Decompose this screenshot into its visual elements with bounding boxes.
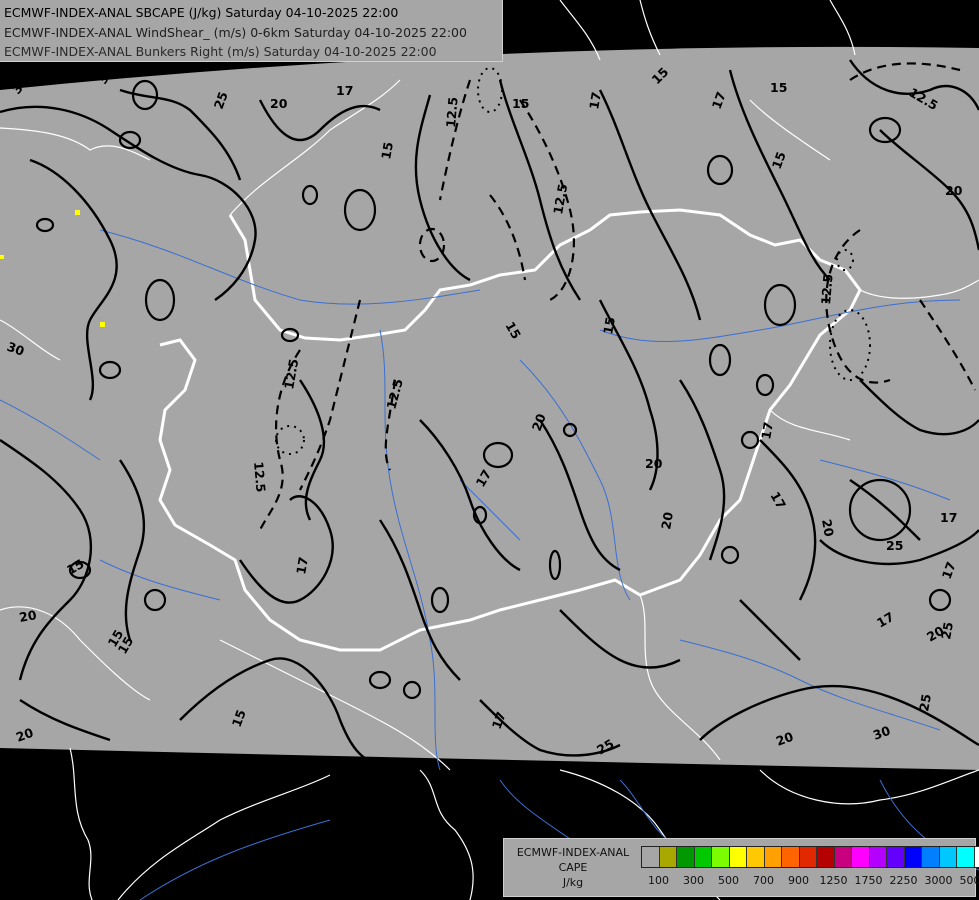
- title-line-sbcape: ECMWF-INDEX-ANAL SBCAPE (J/kg) Saturday …: [4, 5, 399, 20]
- legend-swatch: [799, 847, 817, 867]
- legend-tick-label: 2250: [889, 874, 918, 887]
- legend-swatch: [957, 847, 975, 867]
- legend-swatch: [677, 847, 695, 867]
- legend-swatch: [729, 847, 747, 867]
- legend-swatch: [869, 847, 887, 867]
- legend-swatch: [834, 847, 852, 867]
- contour-label: 25: [938, 621, 956, 641]
- contour-label: 20: [819, 518, 837, 538]
- contour-label: 20: [18, 607, 38, 625]
- legend-tick-label: 700: [753, 874, 774, 887]
- legend-tick-label: 300: [683, 874, 704, 887]
- contour-label: 12.5: [251, 461, 269, 493]
- contour-label: 17: [336, 83, 353, 98]
- legend-swatch: [764, 847, 782, 867]
- legend-tick-label: 1750: [854, 874, 883, 887]
- map-domain: [0, 46, 979, 771]
- legend-swatch: [974, 847, 979, 867]
- legend-tick-label: 3000: [924, 874, 953, 887]
- contour-label: 15: [512, 96, 529, 111]
- legend-swatch: [712, 847, 730, 867]
- contour-label: 20: [270, 96, 288, 111]
- legend-swatch: [782, 847, 800, 867]
- contour-label: 12.5: [818, 273, 836, 305]
- legend-swatch: [694, 847, 712, 867]
- legend-swatch: [747, 847, 765, 867]
- legend-title-model: ECMWF-INDEX-ANAL: [516, 846, 630, 859]
- legend-swatch: [659, 847, 677, 867]
- legend-swatch: [817, 847, 835, 867]
- legend-title-field: CAPE: [558, 861, 588, 874]
- contour-label: 17: [940, 510, 957, 525]
- contour-label: 12.5: [443, 96, 461, 128]
- title-line-bunkers: ECMWF-INDEX-ANAL Bunkers Right (m/s) Sat…: [4, 44, 437, 59]
- legend-swatch: [939, 847, 957, 867]
- cape-legend: ECMWF-INDEX-ANAL CAPE J/kg 100 300 500 700 9…: [503, 838, 979, 897]
- legend-tick-label: 1250: [819, 874, 848, 887]
- contour-label: 25: [916, 693, 934, 713]
- title-line-windshear: ECMWF-INDEX-ANAL WindShear_ (m/s) 0-6km …: [4, 24, 467, 40]
- title-block: ECMWF-INDEX-ANAL SBCAPE (J/kg) Saturday …: [0, 0, 503, 62]
- legend-swatch: [642, 847, 660, 867]
- weather-map: 35 30 25 20 17 15 12.5 15 12.5 15 17 15 …: [0, 0, 979, 900]
- legend-swatch: [904, 847, 922, 867]
- legend-tick-labels: 100 300 500 700 900 1250 1750 2250 3000 5000: [641, 874, 979, 888]
- legend-title: ECMWF-INDEX-ANAL CAPE J/kg: [508, 845, 638, 890]
- legend-swatch: [887, 847, 905, 867]
- contour-label: 25: [886, 538, 903, 553]
- legend-swatch: [922, 847, 940, 867]
- contour-label: 17: [758, 421, 776, 441]
- contour-label: 17: [293, 556, 311, 576]
- contour-label: 20: [658, 510, 676, 530]
- contour-label: 17: [586, 91, 604, 111]
- legend-tick-label: 500: [718, 874, 739, 887]
- legend-tick-label: 100: [648, 874, 669, 887]
- legend-color-bar: [641, 846, 979, 868]
- contour-label: 15: [770, 80, 787, 95]
- legend-tick-label: 5000: [959, 874, 979, 887]
- contour-label: 20: [945, 183, 963, 198]
- legend-title-units: J/kg: [562, 876, 584, 889]
- legend-swatch: [852, 847, 870, 867]
- contour-label: 15: [378, 141, 396, 161]
- contour-label: 20: [645, 456, 663, 471]
- contour-label: 15: [600, 316, 618, 336]
- legend-tick-label: 900: [788, 874, 809, 887]
